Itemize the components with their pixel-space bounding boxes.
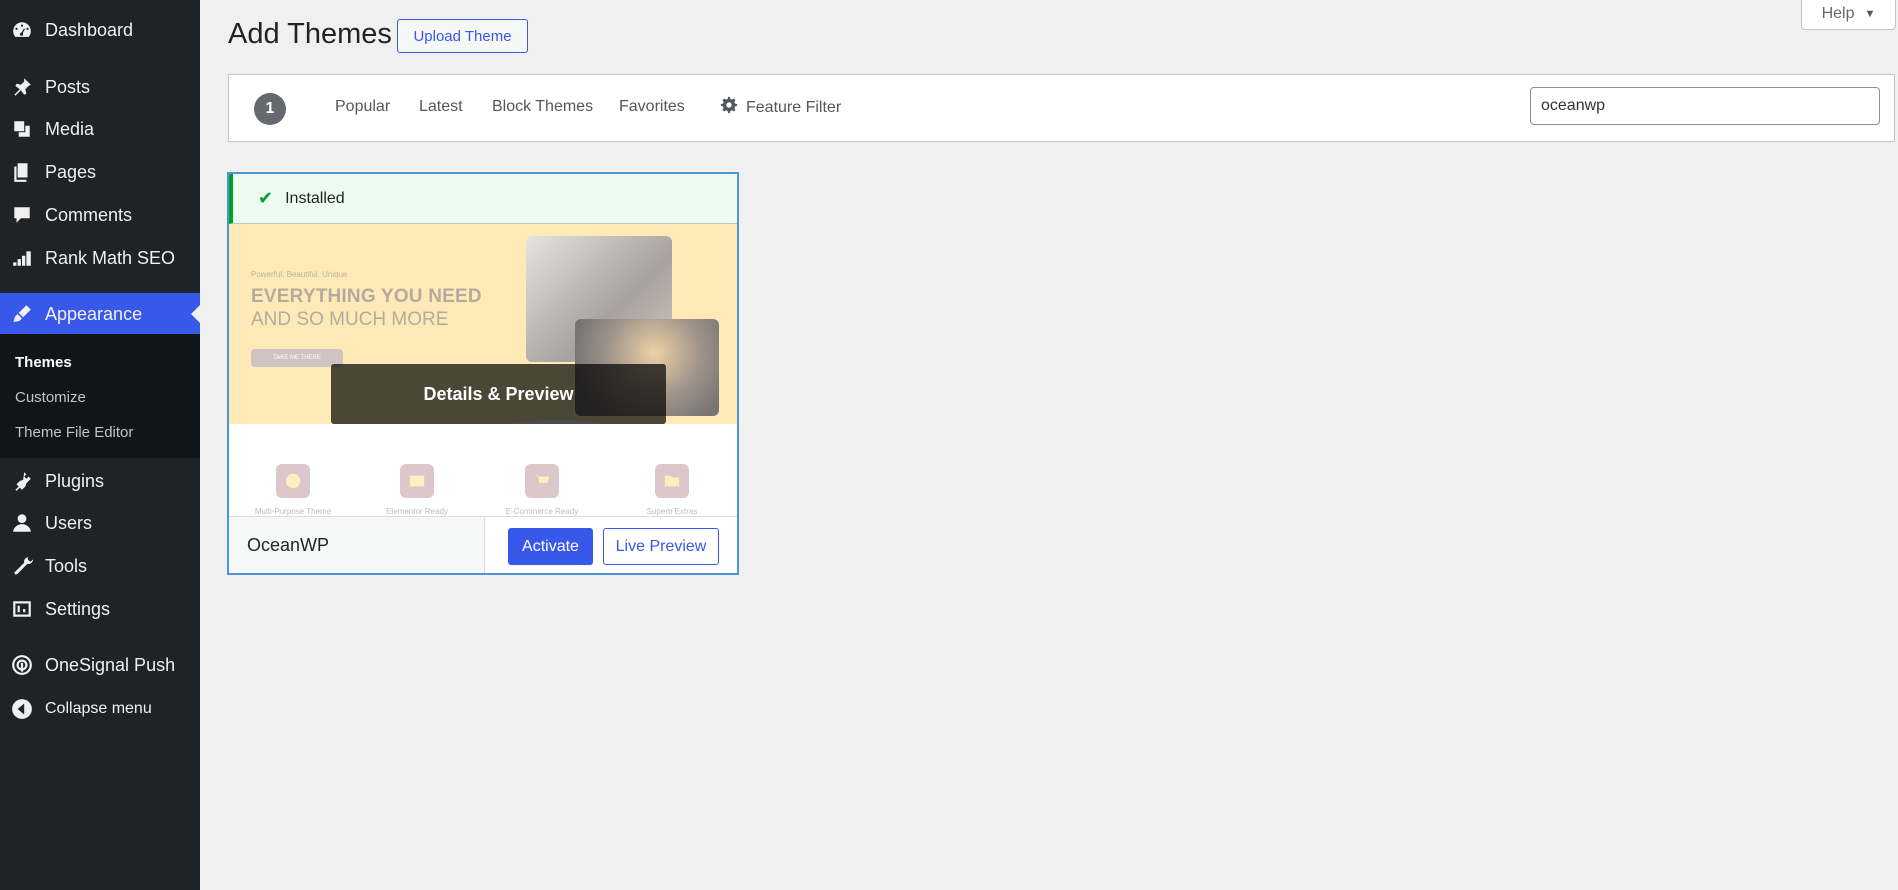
theme-count-badge: 1	[254, 93, 286, 125]
dashboard-icon	[10, 18, 34, 42]
installed-label: Installed	[285, 189, 345, 207]
pin-icon	[10, 75, 34, 99]
checkmark-icon: ✔	[258, 188, 274, 208]
theme-name-area: OceanWP	[229, 517, 485, 573]
sidebar-item-settings[interactable]: Settings	[0, 589, 200, 629]
sidebar-item-label: Media	[45, 118, 95, 139]
appearance-submenu: Themes Customize Theme File Editor	[0, 334, 200, 458]
sidebar-item-label: Comments	[45, 204, 133, 225]
theme-filter-bar: 1 Popular Latest Block Themes Favorites …	[228, 74, 1895, 142]
user-icon	[10, 511, 34, 535]
sidebar-item-label: Posts	[45, 76, 91, 97]
gear-icon	[720, 96, 738, 119]
sidebar-item-label: Rank Math SEO	[45, 247, 176, 268]
upload-theme-button[interactable]: Upload Theme	[397, 19, 528, 53]
comment-icon	[10, 203, 34, 227]
theme-name: OceanWP	[247, 535, 330, 555]
search-themes-input[interactable]	[1530, 87, 1880, 125]
sidebar-item-label: Users	[45, 512, 93, 533]
help-button[interactable]: Help ▼	[1801, 0, 1896, 30]
plugin-icon	[10, 469, 34, 493]
activate-button[interactable]: Activate	[508, 528, 593, 565]
sidebar-item-label: Settings	[45, 598, 111, 619]
sidebar-item-label: Plugins	[45, 470, 105, 491]
brush-icon	[10, 302, 34, 326]
help-label: Help	[1821, 4, 1855, 22]
live-preview-button[interactable]: Live Preview	[603, 528, 719, 565]
sidebar-item-tools[interactable]: Tools	[0, 546, 200, 586]
sidebar-item-posts[interactable]: Posts	[0, 67, 200, 107]
collapse-label: Collapse menu	[45, 700, 152, 717]
settings-icon	[10, 597, 34, 621]
sidebar-item-appearance[interactable]: Appearance	[0, 293, 200, 335]
rank-math-icon	[10, 246, 34, 270]
theme-card-footer: OceanWP Activate Live Preview	[229, 516, 737, 573]
details-preview-button[interactable]: Details & Preview	[331, 364, 666, 424]
wrench-icon	[10, 554, 34, 578]
sidebar-item-pages[interactable]: Pages	[0, 152, 200, 192]
sidebar-item-plugins[interactable]: Plugins	[0, 461, 200, 501]
sidebar-item-comments[interactable]: Comments	[0, 195, 200, 235]
sidebar-item-rank-math-seo[interactable]: Rank Math SEO	[0, 238, 200, 278]
filter-block-themes[interactable]: Block Themes	[492, 98, 593, 116]
collapse-icon	[10, 697, 34, 721]
pages-icon	[10, 160, 34, 184]
submenu-themes[interactable]: Themes	[15, 354, 72, 371]
installed-notice: ✔ Installed	[229, 174, 737, 224]
theme-screenshot[interactable]: Powerful. Beautiful. Unique EVERYTHING Y…	[229, 224, 737, 516]
media-icon	[10, 117, 34, 141]
admin-sidebar: Dashboard Posts Media Pages Comments Ran…	[0, 0, 200, 890]
page-title: Add Themes	[228, 18, 392, 50]
filter-latest[interactable]: Latest	[419, 98, 463, 116]
sidebar-item-users[interactable]: Users	[0, 503, 200, 543]
collapse-menu-button[interactable]: Collapse menu	[0, 692, 200, 726]
theme-card[interactable]: ✔ Installed Powerful. Beautiful. Unique …	[228, 173, 738, 574]
sidebar-item-label: OneSignal Push	[45, 654, 176, 675]
submenu-theme-file-editor[interactable]: Theme File Editor	[15, 424, 133, 441]
feature-filter-label: Feature Filter	[746, 98, 842, 116]
sidebar-item-label: Tools	[45, 555, 88, 576]
feature-filter-button[interactable]: Feature Filter	[720, 96, 841, 119]
sidebar-item-media[interactable]: Media	[0, 109, 200, 149]
sidebar-item-dashboard[interactable]: Dashboard	[0, 10, 200, 50]
sidebar-item-onesignal-push[interactable]: OneSignal Push	[0, 645, 200, 685]
filter-popular[interactable]: Popular	[335, 98, 390, 116]
sidebar-item-label: Dashboard	[45, 19, 134, 40]
caret-down-icon: ▼	[1864, 7, 1876, 20]
sidebar-item-label: Pages	[45, 161, 97, 182]
filter-favorites[interactable]: Favorites	[619, 98, 685, 116]
submenu-customize[interactable]: Customize	[15, 389, 86, 406]
onesignal-icon	[10, 653, 34, 677]
sidebar-item-label: Appearance	[45, 303, 143, 324]
